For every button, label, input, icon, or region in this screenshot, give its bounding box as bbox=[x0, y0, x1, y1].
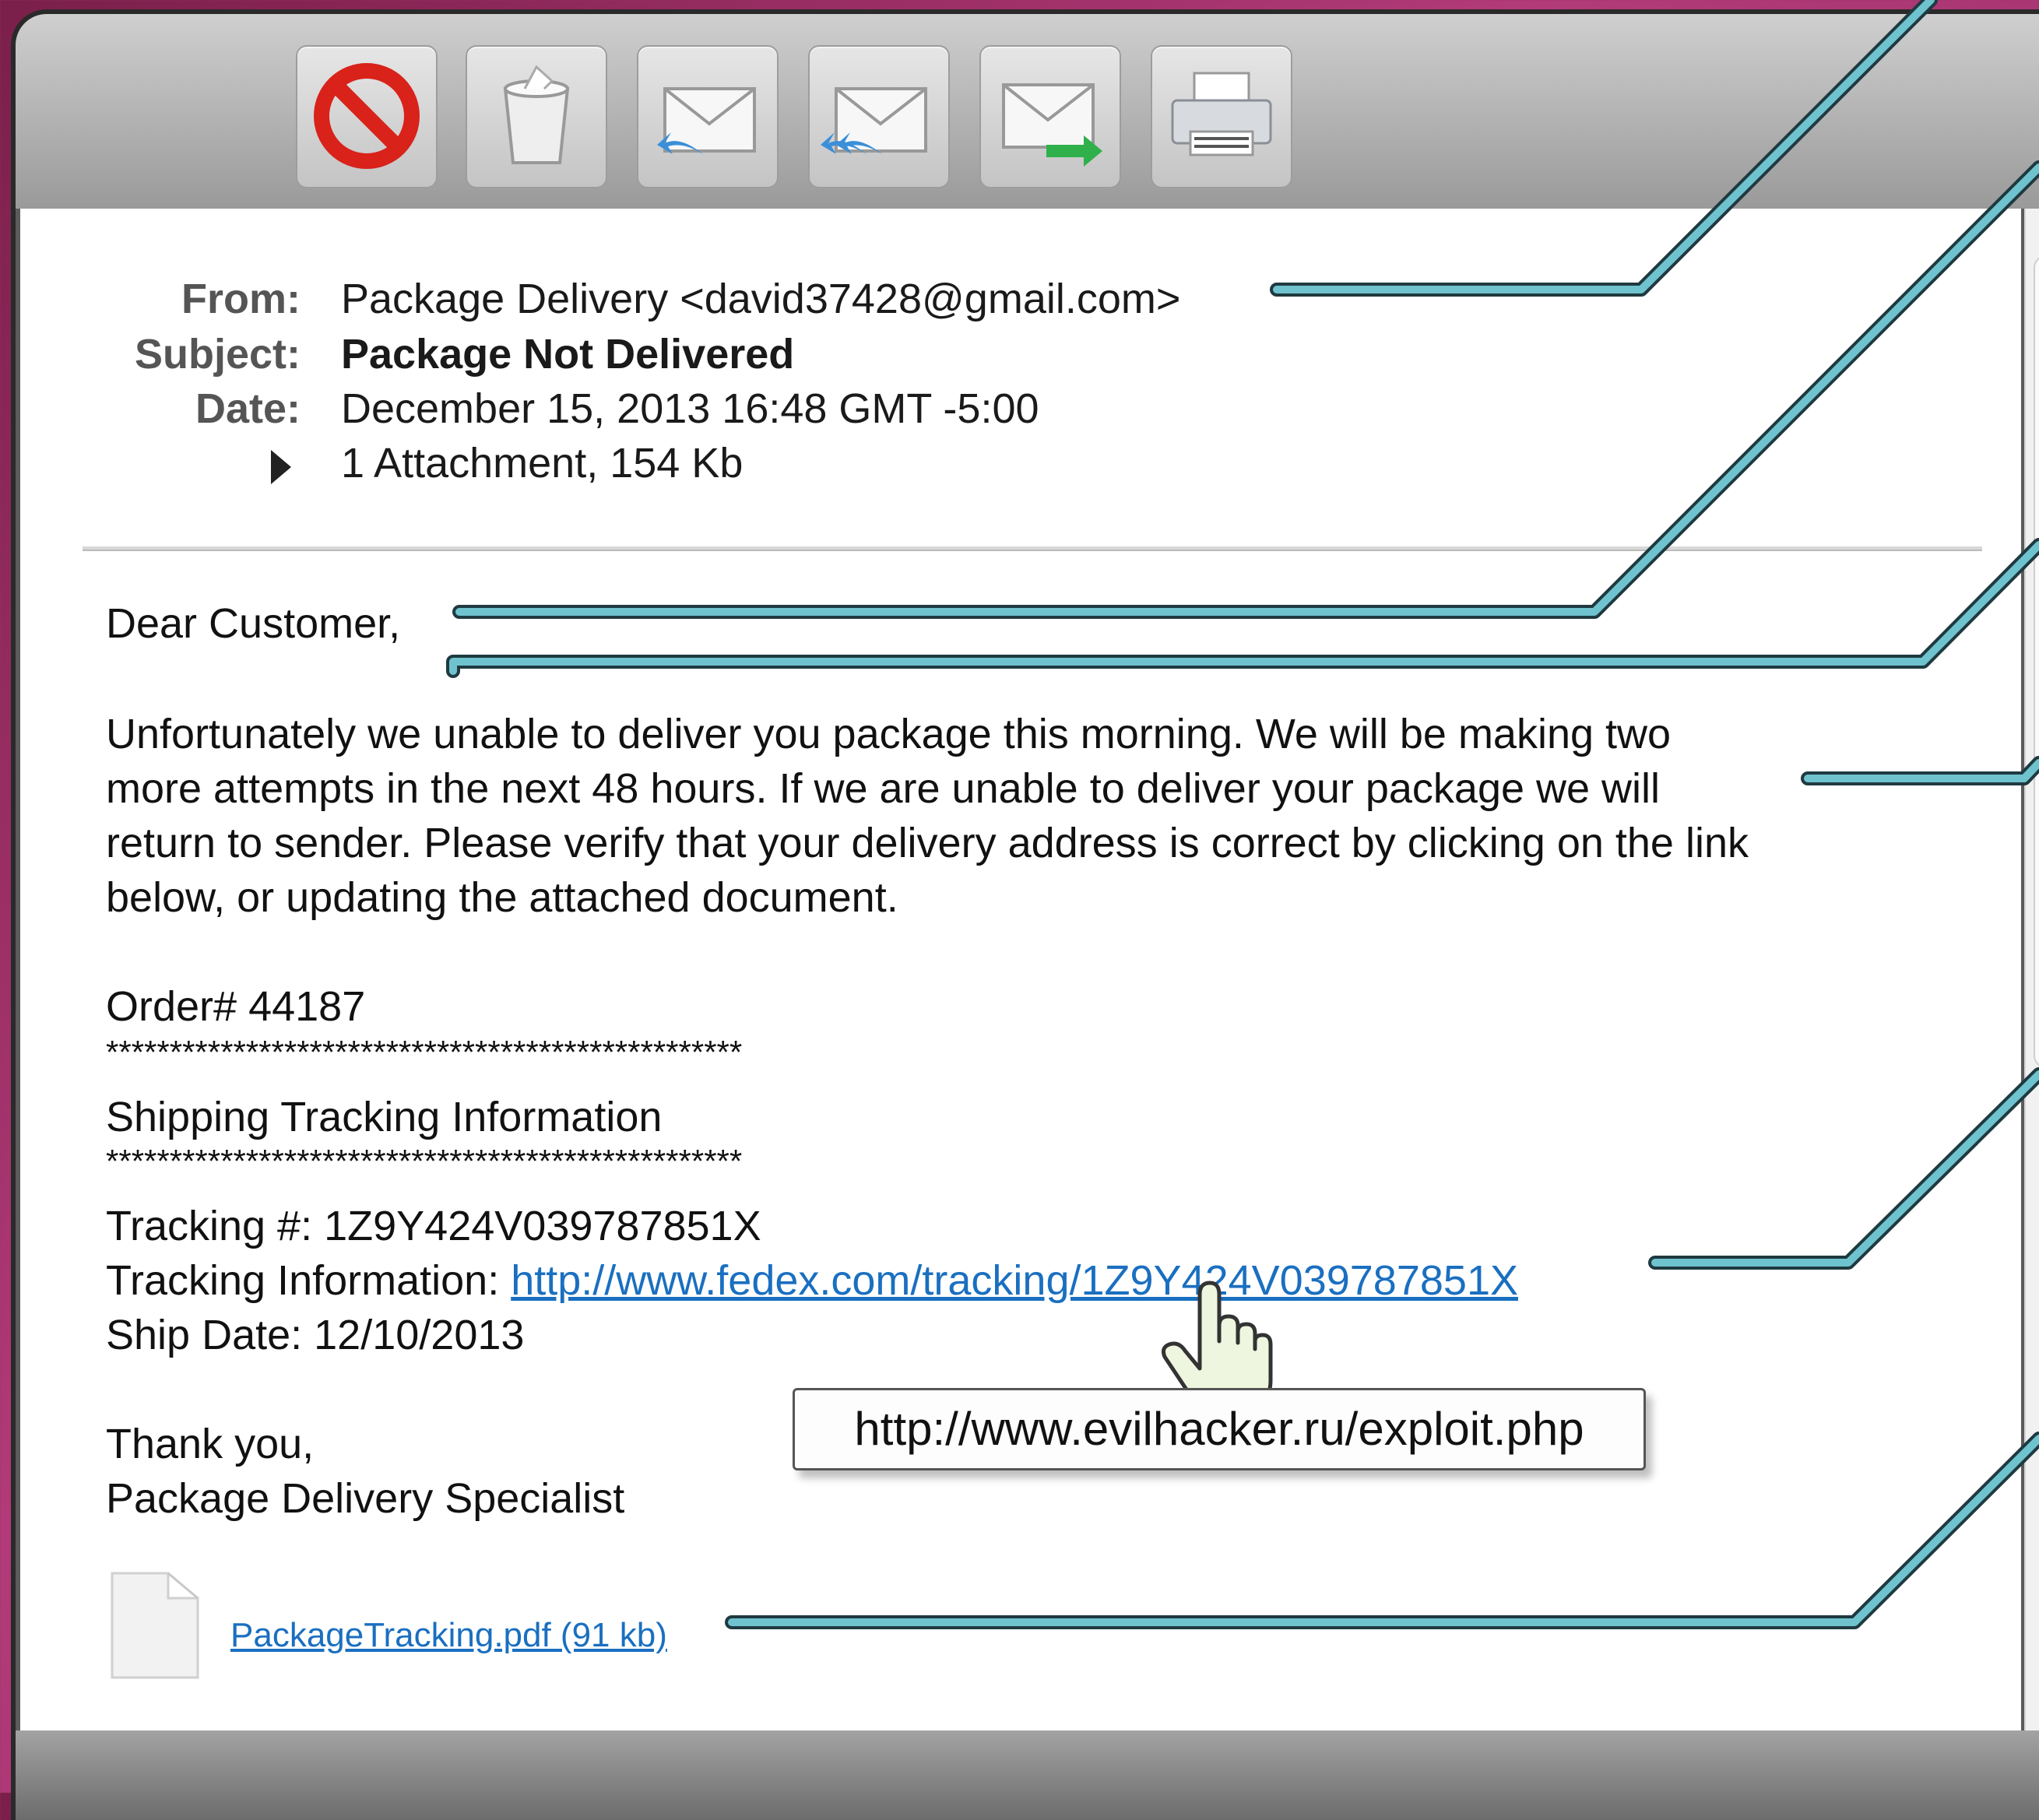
paragraph-line-2: more attempts in the next 48 hours. If w… bbox=[106, 765, 1661, 812]
date-label: Date: bbox=[195, 385, 301, 432]
from-value: Package Delivery <david37428@gmail.com> bbox=[341, 276, 1181, 322]
scroll-thumb[interactable] bbox=[2034, 255, 2039, 1068]
scrollbar[interactable] bbox=[2024, 209, 2039, 1730]
tracking-number: Tracking #: 1Z9Y424V039787851X bbox=[106, 1203, 761, 1249]
thanks: Thank you, bbox=[106, 1421, 315, 1467]
reply-all-icon bbox=[821, 87, 927, 155]
subject-value: Package Not Delivered bbox=[341, 331, 795, 378]
date-value: December 15, 2013 16:48 GMT -5:00 bbox=[341, 385, 1039, 432]
ship-date: Ship Date: 12/10/2013 bbox=[106, 1312, 525, 1358]
tracking-link[interactable]: http://www.fedex.com/tracking/1Z9Y424V03… bbox=[511, 1257, 1518, 1304]
reply-all-button[interactable] bbox=[808, 45, 950, 188]
block-icon bbox=[314, 63, 420, 169]
expand-attachments-icon[interactable] bbox=[271, 450, 291, 484]
trash-button[interactable] bbox=[466, 45, 607, 188]
reply-button[interactable] bbox=[637, 45, 779, 188]
stars-divider-1: ****************************************… bbox=[106, 1034, 743, 1070]
attachment-link[interactable]: PackageTracking.pdf (91 kb) bbox=[230, 1616, 667, 1655]
pdf-file-icon[interactable] bbox=[106, 1567, 207, 1684]
forward-button[interactable] bbox=[979, 45, 1121, 188]
print-icon bbox=[1171, 72, 1272, 156]
toolbar bbox=[16, 14, 2039, 209]
block-button[interactable] bbox=[296, 45, 438, 188]
from-label: From: bbox=[181, 276, 301, 322]
forward-icon bbox=[1002, 83, 1102, 167]
header-divider bbox=[83, 546, 1982, 551]
attachment-link-text[interactable]: PackageTracking.pdf (91 kb) bbox=[230, 1616, 667, 1654]
bottom-bar bbox=[16, 1730, 2039, 1820]
message-pane: From: Package Delivery <david37428@gmail… bbox=[20, 209, 2021, 1730]
greeting: Dear Customer, bbox=[106, 600, 401, 647]
paragraph-line-3: return to sender. Please verify that you… bbox=[106, 820, 1749, 866]
paragraph-line-4: below, or updating the attached document… bbox=[106, 874, 898, 921]
signature: Package Delivery Specialist bbox=[106, 1475, 625, 1522]
order-number: Order# 44187 bbox=[106, 983, 366, 1030]
tracking-info-label: Tracking Information: bbox=[106, 1257, 512, 1304]
trash-icon bbox=[503, 65, 570, 164]
print-button[interactable] bbox=[1151, 45, 1292, 188]
tracking-info-line: Tracking Information: http://www.fedex.c… bbox=[106, 1256, 1518, 1305]
subject-label: Subject: bbox=[134, 331, 301, 378]
reply-icon bbox=[657, 87, 756, 155]
link-hover-tooltip: http://www.evilhacker.ru/exploit.php bbox=[793, 1388, 1646, 1470]
attachment-summary[interactable]: 1 Attachment, 154 Kb bbox=[341, 439, 743, 487]
mail-window: From: Package Delivery <david37428@gmail… bbox=[16, 14, 2039, 1820]
shipping-heading: Shipping Tracking Information bbox=[106, 1094, 663, 1140]
paragraph-line-1: Unfortunately we unable to deliver you p… bbox=[106, 711, 1672, 757]
stars-divider-2: ****************************************… bbox=[106, 1143, 743, 1179]
